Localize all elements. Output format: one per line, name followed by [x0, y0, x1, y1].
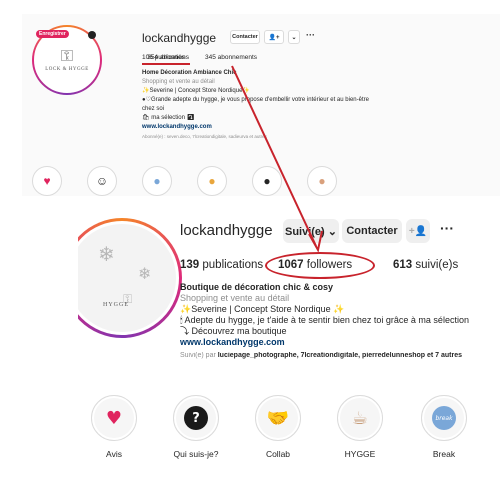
bio-link[interactable]: www.lockandhygge.com [180, 337, 500, 348]
old-username: lockandhygge [142, 31, 217, 45]
key-icon: ⚿ [60, 46, 74, 65]
highlight-hygge[interactable]: ☕ HYGGE [336, 395, 384, 459]
add-user-icon: 👤+ [268, 34, 280, 41]
cup-icon: ☕ [351, 407, 369, 429]
highlight-circle-annotation [265, 252, 375, 279]
old-bio: Home Décoration Ambiance Chic Shopping e… [142, 69, 500, 141]
old-bio-line: ●♡Grande adepte du hygge, je vous propos… [142, 97, 369, 103]
old-bio-link[interactable]: www.lockandhygge.com [142, 123, 500, 132]
old-stat-followers[interactable]: 354 abonnés [142, 54, 190, 65]
old-stat-following[interactable]: 345 abonnements [205, 54, 257, 61]
old-logo-text: LOCK & HYGGE [45, 67, 89, 72]
old-chevron-button[interactable]: ⌄ [288, 30, 300, 44]
old-contact-button[interactable]: Contacter [230, 30, 260, 44]
highlight-break[interactable]: break Break [420, 395, 468, 459]
question-icon: ● [263, 174, 271, 188]
highlight-qui-suis-je[interactable]: ? Qui suis-je? [172, 395, 220, 459]
old-bio-line: chez soi [142, 106, 165, 112]
old-profile-panel: ⚿ LOCK & HYGGE Enregistrer lockandhygge … [22, 14, 500, 196]
save-badge[interactable]: Enregistrer [36, 30, 69, 38]
break-icon: break [432, 406, 456, 430]
snowflake-icon: ❄ [138, 264, 152, 283]
highlight-label: Break [432, 449, 456, 459]
old-highlight[interactable]: ● [307, 166, 337, 196]
bio-category: Shopping et vente au détail [180, 293, 290, 303]
old-add-user-button[interactable]: 👤+ [264, 30, 284, 44]
highlight-label: Collab [265, 449, 291, 459]
old-more-button[interactable]: ··· [306, 30, 315, 40]
old-bio-line: ✨Severine | Concept Store Nordique✨ [142, 88, 250, 94]
heart-icon: ♥ [43, 174, 51, 188]
chevron-down-icon: ⌄ [291, 34, 297, 41]
old-highlight[interactable]: ☺ [87, 166, 117, 196]
question-icon: ? [184, 406, 208, 430]
highlight-label: Qui suis-je? [173, 449, 219, 459]
old-bio-name: Home Décoration Ambiance Chic [142, 70, 237, 76]
highlight-label: HYGGE [344, 449, 376, 459]
old-highlight[interactable]: ● [142, 166, 172, 196]
old-highlight[interactable]: ● [197, 166, 227, 196]
avatar[interactable]: ❄ ❄ ⚿ HYGGE [62, 218, 182, 338]
old-suggested[interactable]: Abonné(e) : seven.deco, 7lcreationdigita… [142, 132, 500, 141]
camera-icon [88, 31, 96, 39]
bio-line: 🕯 Adepte du hygge, je t'aide à te sentir… [180, 315, 469, 325]
avatar-crop [0, 218, 78, 348]
bag-icon: ☺ [95, 174, 109, 188]
stat-publications: 139 publications [180, 259, 264, 271]
bio-line: ⤵ Découvrez ma boutique [180, 326, 287, 336]
username: lockandhygge [180, 222, 273, 239]
old-bio-line: 🛍 ma sélection ⤵ [142, 115, 195, 121]
old-stats: 106 publications 354 abonnés 345 abonnem… [142, 54, 257, 65]
suggested-followers[interactable]: Suivi(e) par luciepage_photographe, 7lcr… [180, 352, 500, 359]
contact-button[interactable]: Contacter [342, 219, 402, 243]
handshake-icon: ● [318, 174, 326, 188]
stat-following[interactable]: 613 suivi(e)s [393, 259, 458, 271]
heart-icon: ♥ [105, 407, 123, 429]
bio-name: Boutique de décoration chic & cosy [180, 282, 334, 292]
old-highlight[interactable]: ● [252, 166, 282, 196]
highlight-collab[interactable]: 🤝 Collab [254, 395, 302, 459]
old-highlights: ♥ ☺ ● ● ● ● [32, 166, 337, 196]
logo-text: HYGGE [103, 302, 129, 308]
more-button[interactable]: ··· [440, 220, 454, 236]
highlight-avis[interactable]: ♥ Avis [90, 395, 138, 459]
sun-icon: ● [208, 174, 216, 188]
add-user-button[interactable]: +👤 [406, 219, 430, 243]
highlight-label: Avis [106, 449, 122, 459]
handshake-icon: 🤝 [266, 407, 290, 429]
snowflake-icon: ❄ [98, 242, 115, 266]
bio-line: ✨Severine | Concept Store Nordique ✨ [180, 304, 345, 314]
cloud-icon: ● [153, 174, 161, 188]
bio: Boutique de décoration chic & cosy Shopp… [180, 282, 500, 348]
add-user-icon: +👤 [408, 225, 428, 237]
old-highlight[interactable]: ♥ [32, 166, 62, 196]
old-bio-category: Shopping et vente au détail [142, 79, 215, 85]
follow-button[interactable]: Suivi(e) ⌄ [283, 219, 339, 243]
